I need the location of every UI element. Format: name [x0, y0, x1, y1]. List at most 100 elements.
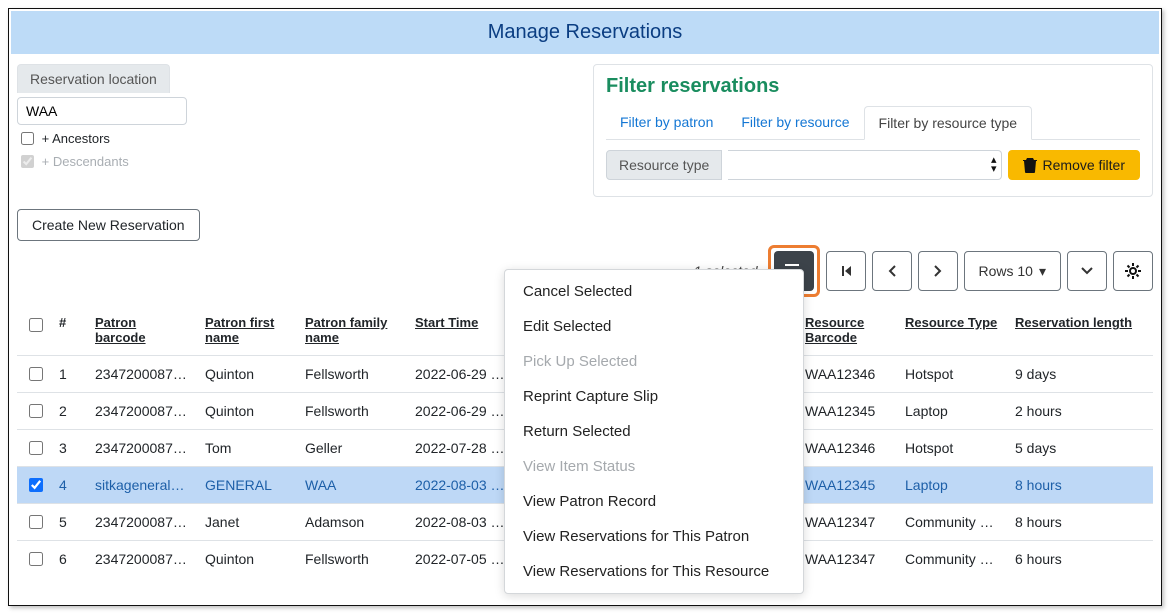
chevron-left-icon — [887, 264, 897, 278]
menu-cancel-selected[interactable]: Cancel Selected — [505, 274, 803, 309]
row-checkbox[interactable] — [29, 515, 43, 529]
rows-per-page-button[interactable]: Rows 10 ▾ — [964, 251, 1062, 291]
table-cell: sitkageneral… — [87, 467, 197, 504]
table-cell — [17, 541, 51, 578]
table-cell: 2347200087… — [87, 356, 197, 393]
table-cell: 5 — [51, 504, 87, 541]
table-cell: WAA12346 — [797, 430, 897, 467]
remove-filter-button[interactable]: Remove filter — [1008, 150, 1140, 180]
table-cell: 6 — [51, 541, 87, 578]
row-checkbox[interactable] — [29, 552, 43, 566]
table-cell: 6 hours — [1007, 541, 1153, 578]
reservation-location-input[interactable] — [17, 97, 187, 125]
table-cell: Fellsworth — [297, 541, 407, 578]
menu-view-reservations-resource[interactable]: View Reservations for This Resource — [505, 554, 803, 589]
tab-filter-by-patron[interactable]: Filter by patron — [606, 106, 727, 139]
table-cell: Quinton — [197, 541, 297, 578]
descendants-checkbox — [21, 155, 34, 168]
row-checkbox[interactable] — [29, 404, 43, 418]
table-cell: 2 — [51, 393, 87, 430]
prev-page-button[interactable] — [872, 251, 912, 291]
menu-view-item-status: View Item Status — [505, 449, 803, 484]
table-cell: 1 — [51, 356, 87, 393]
menu-pick-up-selected: Pick Up Selected — [505, 344, 803, 379]
col-resource-barcode[interactable]: Resource Barcode — [797, 305, 897, 356]
table-cell — [17, 504, 51, 541]
first-page-button[interactable] — [826, 251, 866, 291]
table-cell — [17, 467, 51, 504]
chevron-right-icon — [933, 264, 943, 278]
table-cell: Geller — [297, 430, 407, 467]
filter-panel: Filter reservations Filter by patron Fil… — [593, 64, 1153, 197]
spinner-icon: ▴▾ — [991, 156, 997, 174]
tab-filter-by-resource[interactable]: Filter by resource — [727, 106, 863, 139]
table-cell: 2347200087… — [87, 541, 197, 578]
table-cell: 2347200087… — [87, 504, 197, 541]
table-cell: Tom — [197, 430, 297, 467]
table-cell: WAA — [297, 467, 407, 504]
table-cell: 2347200087… — [87, 430, 197, 467]
table-cell: Laptop — [897, 467, 1007, 504]
page-title: Manage Reservations — [11, 11, 1159, 54]
remove-filter-label: Remove filter — [1043, 157, 1125, 173]
descendants-label: + Descendants — [42, 154, 129, 169]
next-page-button[interactable] — [918, 251, 958, 291]
actions-menu: Cancel Selected Edit Selected Pick Up Se… — [504, 269, 804, 594]
ancestors-label: + Ancestors — [42, 131, 110, 146]
reservation-location-tab[interactable]: Reservation location — [17, 64, 170, 93]
table-cell: 8 hours — [1007, 504, 1153, 541]
table-cell: 4 — [51, 467, 87, 504]
trash-icon — [1023, 157, 1037, 173]
menu-view-patron-record[interactable]: View Patron Record — [505, 484, 803, 519]
table-cell: Janet — [197, 504, 297, 541]
col-resource-type[interactable]: Resource Type — [897, 305, 1007, 356]
table-cell: Fellsworth — [297, 393, 407, 430]
menu-edit-selected[interactable]: Edit Selected — [505, 309, 803, 344]
table-cell: Adamson — [297, 504, 407, 541]
filter-title: Filter reservations — [606, 75, 1140, 98]
table-cell: 5 days — [1007, 430, 1153, 467]
tab-filter-by-resource-type[interactable]: Filter by resource type — [864, 106, 1033, 140]
row-checkbox[interactable] — [29, 441, 43, 455]
create-new-reservation-button[interactable]: Create New Reservation — [17, 209, 200, 241]
menu-reprint-capture-slip[interactable]: Reprint Capture Slip — [505, 379, 803, 414]
col-first-name[interactable]: Patron first name — [197, 305, 297, 356]
table-cell — [17, 356, 51, 393]
first-page-icon — [839, 264, 853, 278]
table-cell — [17, 393, 51, 430]
table-cell: 2347200087… — [87, 393, 197, 430]
table-cell: Community … — [897, 504, 1007, 541]
resource-type-select[interactable]: ▴▾ — [728, 150, 1001, 180]
table-cell: Hotspot — [897, 356, 1007, 393]
table-cell: Quinton — [197, 393, 297, 430]
chevron-down-icon — [1080, 266, 1094, 276]
table-cell: Community … — [897, 541, 1007, 578]
table-cell: Laptop — [897, 393, 1007, 430]
col-number[interactable]: # — [51, 305, 87, 356]
table-cell: 2 hours — [1007, 393, 1153, 430]
menu-view-reservations-patron[interactable]: View Reservations for This Patron — [505, 519, 803, 554]
table-cell: WAA12345 — [797, 393, 897, 430]
table-cell: GENERAL — [197, 467, 297, 504]
table-cell: 3 — [51, 430, 87, 467]
row-checkbox[interactable] — [29, 367, 43, 381]
col-reservation-length[interactable]: Reservation length — [1007, 305, 1153, 356]
table-cell: WAA12347 — [797, 504, 897, 541]
select-all-checkbox[interactable] — [29, 318, 43, 332]
table-cell: WAA12347 — [797, 541, 897, 578]
row-checkbox[interactable] — [29, 478, 43, 492]
caret-down-icon: ▾ — [1039, 263, 1046, 280]
table-cell: WAA12346 — [797, 356, 897, 393]
menu-return-selected[interactable]: Return Selected — [505, 414, 803, 449]
table-cell — [17, 430, 51, 467]
table-cell: Hotspot — [897, 430, 1007, 467]
col-patron-barcode[interactable]: Patron barcode — [87, 305, 197, 356]
col-family-name[interactable]: Patron family name — [297, 305, 407, 356]
table-cell: 8 hours — [1007, 467, 1153, 504]
rows-per-page-label: Rows 10 — [979, 263, 1033, 279]
table-cell: Quinton — [197, 356, 297, 393]
ancestors-checkbox[interactable] — [21, 132, 34, 145]
expand-button[interactable] — [1067, 251, 1107, 291]
table-cell: 9 days — [1007, 356, 1153, 393]
settings-button[interactable] — [1113, 251, 1153, 291]
